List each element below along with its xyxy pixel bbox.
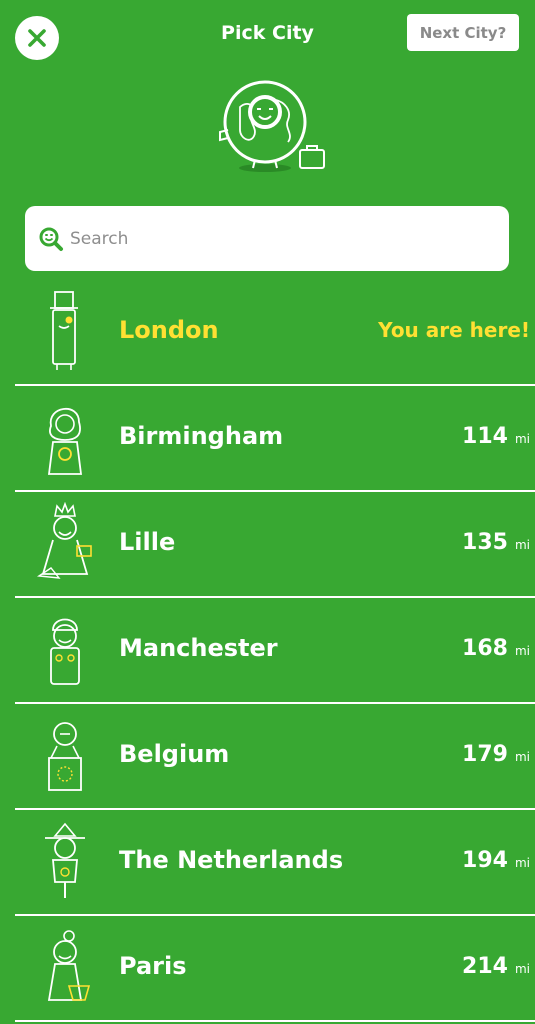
top-hat-guard-icon <box>50 291 78 370</box>
list-item-paris[interactable]: Paris 214 mi <box>15 916 535 1022</box>
curly-hair-person-icon <box>47 407 83 475</box>
list-item-lille[interactable]: Lille 135 mi <box>15 492 535 598</box>
distance: 214 mi <box>462 954 530 979</box>
distance-unit: mi <box>514 856 530 870</box>
city-name: Belgium <box>119 740 230 768</box>
list-item-london[interactable]: London You are here! <box>15 280 535 386</box>
city-list: London You are here! Birmingham 114 mi L… <box>0 280 535 1022</box>
distance: 179 mi <box>462 742 530 767</box>
distance-value: 214 <box>462 954 508 979</box>
list-item-manchester[interactable]: Manchester 168 mi <box>15 598 535 704</box>
city-name: London <box>119 316 219 344</box>
city-name: The Netherlands <box>119 846 344 874</box>
search-bar[interactable] <box>25 206 509 271</box>
cyclist-hat-icon <box>45 822 85 898</box>
city-name: Lille <box>119 528 176 556</box>
list-item-the-netherlands[interactable]: The Netherlands 194 mi <box>15 810 535 916</box>
distance: 135 mi <box>462 530 530 555</box>
fan-person-icon <box>50 618 80 685</box>
city-name: Birmingham <box>119 422 284 450</box>
distance: 114 mi <box>462 424 530 449</box>
pick-city-screen: Pick City Next City? Search London You a… <box>0 0 535 1024</box>
next-city-button[interactable]: Next City? <box>407 14 519 51</box>
list-item-birmingham[interactable]: Birmingham 114 mi <box>15 386 535 492</box>
distance-value: 114 <box>462 424 508 449</box>
distance: 168 mi <box>462 636 530 661</box>
search-input[interactable] <box>68 227 492 250</box>
you-are-here-text: You are here! <box>378 318 530 342</box>
city-name: Manchester <box>119 634 278 662</box>
list-item-belgium[interactable]: Belgium 179 mi <box>15 704 535 810</box>
distance-value: 135 <box>462 530 508 555</box>
distance-value: 194 <box>462 848 508 873</box>
distance-unit: mi <box>514 644 530 658</box>
queen-with-crown-icon <box>36 502 92 579</box>
distance-unit: mi <box>514 962 530 976</box>
distance: 194 mi <box>462 848 530 873</box>
search-icon <box>38 226 64 252</box>
distance-unit: mi <box>514 432 530 446</box>
city-name: Paris <box>119 952 187 980</box>
basket-woman-icon <box>47 930 91 1001</box>
current-location-label: You are here! <box>378 318 530 342</box>
globe-mascot-icon <box>219 80 325 172</box>
distance-value: 168 <box>462 636 508 661</box>
distance-value: 179 <box>462 742 508 767</box>
distance-unit: mi <box>514 538 530 552</box>
distance-unit: mi <box>514 750 530 764</box>
podium-person-icon <box>48 722 82 791</box>
